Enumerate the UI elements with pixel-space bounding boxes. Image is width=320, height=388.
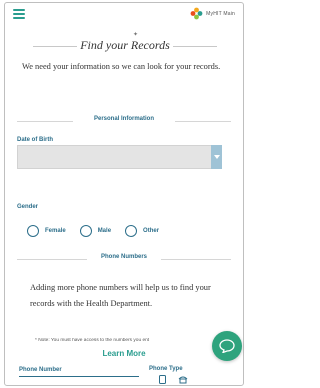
phone-numbers-header: Phone Numbers [17,253,231,265]
gender-option-female[interactable]: Female [27,225,66,237]
phone-numbers-label: Phone Numbers [100,254,147,260]
intro-text: We need your information so we can look … [22,62,221,71]
chevron-down-icon[interactable] [211,145,222,169]
phone-number-label: Phone Number [19,367,62,373]
gender-label: Gender [17,204,39,210]
records-icon: ✦ [133,32,139,38]
gender-option-other[interactable]: Other [125,225,159,237]
chat-bubble-icon [219,339,235,353]
page-title: Find your Records [77,38,173,52]
personal-info-label: Personal Information [93,116,154,122]
phone-type-options [159,375,188,384]
gender-option-label: Female [45,228,66,234]
radio-circle-icon[interactable] [125,225,138,237]
gender-option-male[interactable]: Male [79,225,112,237]
dob-select[interactable] [17,145,222,169]
phone-access-note: * Note: You must have access to the numb… [35,338,150,343]
radio-circle-icon[interactable] [79,225,92,237]
gender-option-label: Other [143,228,160,234]
page-title-row: ✦ Find your Records [33,32,217,53]
gender-option-label: Male [97,228,112,234]
personal-info-header: Personal Information [17,115,231,127]
phone-numbers-description: Adding more phone numbers will help us t… [30,283,211,308]
dob-label: Date of Birth [17,137,53,143]
logo-icon [190,7,203,20]
app-logo[interactable]: MyHIT Main [190,7,235,20]
phone-type-label: Phone Type [149,366,183,372]
learn-more-link[interactable]: Learn More [5,349,243,358]
top-bar: MyHIT Main [5,3,243,25]
gender-radio-group: Female Male Other [27,225,173,237]
chat-button[interactable] [212,331,242,361]
logo-text: MyHIT Main [206,10,235,17]
app-window: MyHIT Main ✦ Find your Records We need y… [4,2,244,386]
radio-circle-icon[interactable] [27,225,39,237]
phone-number-input[interactable] [19,376,139,377]
home-phone-icon[interactable] [178,375,188,384]
mobile-phone-icon[interactable] [159,375,166,384]
hamburger-menu-icon[interactable] [13,9,25,19]
